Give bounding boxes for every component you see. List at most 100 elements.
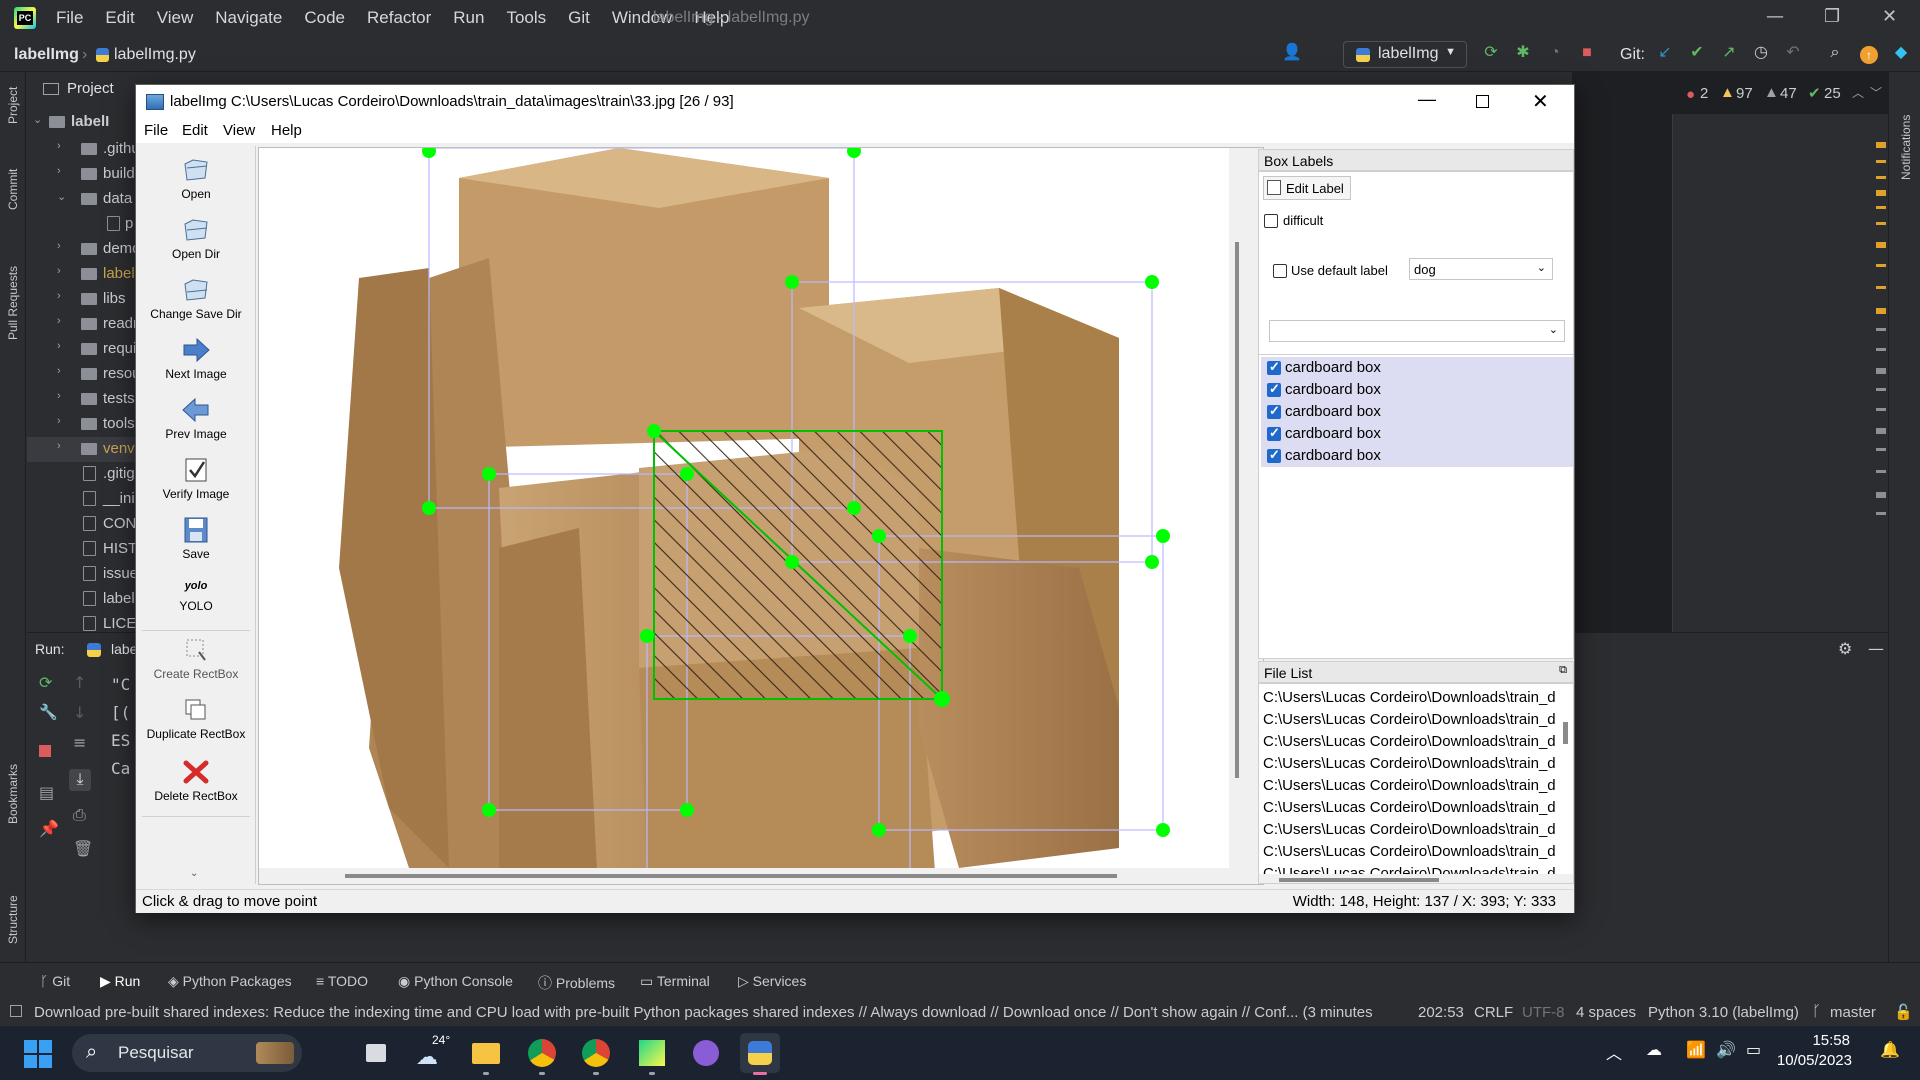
windows-start-icon[interactable] (24, 1040, 52, 1068)
error-stripe-mark[interactable] (1876, 348, 1886, 351)
file-list-item[interactable]: C:\Users\Lucas Cordeiro\Downloads\train_… (1263, 777, 1559, 799)
chevron-right-icon[interactable]: › (57, 265, 61, 277)
selected-vertex-handle[interactable] (647, 424, 661, 438)
wifi-icon[interactable]: 📶 (1686, 1040, 1706, 1059)
file-list-item[interactable]: C:\Users\Lucas Cordeiro\Downloads\train_… (1263, 711, 1559, 733)
error-stripe-mark[interactable] (1876, 512, 1886, 515)
run-console-area[interactable]: ⚙ — (1572, 632, 1888, 962)
edit-label-button[interactable]: Edit Label (1263, 176, 1351, 200)
error-stripe-mark[interactable] (1876, 448, 1886, 451)
wrench-icon[interactable]: 🔧 (39, 703, 58, 721)
label-list-item[interactable]: cardboard box (1261, 379, 1573, 401)
tool-create-rectbox-button[interactable]: Create RectBox (136, 636, 256, 681)
vertex-handle[interactable] (640, 629, 654, 643)
print-icon[interactable]: ⎙ (73, 805, 86, 825)
git-update-icon[interactable]: ↙ (1656, 44, 1674, 62)
tool-save-button[interactable]: Save (136, 516, 256, 561)
search-icon[interactable]: ⌕ (1826, 44, 1844, 62)
error-stripe-mark[interactable] (1876, 328, 1886, 331)
ide-menu-refactor[interactable]: Refactor (367, 8, 431, 28)
breadcrumb-file[interactable]: labelImg.py (114, 46, 196, 64)
profile-icon[interactable]: ◔ (1546, 44, 1564, 62)
tree-item[interactable]: › readm (27, 312, 137, 337)
run-tab[interactable]: labe (111, 641, 137, 657)
vertex-handle[interactable] (785, 555, 799, 569)
stripe-bookmarks[interactable]: Bookmarks (6, 764, 20, 824)
tree-item[interactable]: › label (27, 262, 137, 287)
close-icon[interactable]: ✕ (1882, 6, 1897, 27)
tool-open-button[interactable]: Open (136, 156, 256, 201)
taskbar-task-view[interactable] (356, 1033, 396, 1073)
label-list-item[interactable]: cardboard box (1261, 401, 1573, 423)
ide-menu-file[interactable]: File (56, 8, 83, 28)
error-stripe-mark[interactable] (1876, 190, 1886, 196)
tree-item[interactable]: › venv (27, 437, 137, 462)
breadcrumb-project[interactable]: labelImg (14, 46, 79, 64)
vertical-scrollbar-thumb[interactable] (1235, 242, 1239, 778)
taskbar-chrome-2[interactable] (576, 1033, 616, 1075)
battery-icon[interactable]: ▭ (1746, 1040, 1761, 1059)
close-icon[interactable]: ✕ (1532, 89, 1549, 114)
tool-duplicate-rectbox-button[interactable]: Duplicate RectBox (136, 696, 256, 741)
ide-menu-run[interactable]: Run (453, 8, 484, 28)
error-stripe-mark[interactable] (1876, 222, 1886, 225)
file-list-item[interactable]: C:\Users\Lucas Cordeiro\Downloads\train_… (1263, 843, 1559, 865)
chevron-right-icon[interactable]: › (57, 415, 61, 427)
taskbar-chrome-1[interactable] (522, 1033, 562, 1075)
chevron-right-icon[interactable]: › (57, 440, 61, 452)
label-visible-checkbox[interactable] (1267, 359, 1281, 375)
file-list-item[interactable]: C:\Users\Lucas Cordeiro\Downloads\train_… (1263, 689, 1559, 711)
gear-icon[interactable]: ⚙ (1838, 639, 1852, 658)
tree-item[interactable]: › .githu (27, 137, 137, 162)
canvas-svg[interactable] (259, 148, 1264, 885)
chevron-down-icon[interactable]: ⌄ (33, 113, 42, 126)
tool-yolo-button[interactable]: yolo YOLO (136, 576, 256, 613)
vertex-handle[interactable] (1156, 823, 1170, 837)
tree-item[interactable]: › build (27, 162, 137, 187)
label-visible-checkbox[interactable] (1267, 381, 1281, 397)
tree-item[interactable]: › libs (27, 287, 137, 312)
undock-icon[interactable]: ⧉ (1559, 664, 1567, 677)
vertex-handle[interactable] (1156, 529, 1170, 543)
minimize-icon[interactable]: — (1418, 89, 1436, 110)
debug-bug-icon[interactable]: ✱ (1514, 44, 1532, 62)
bottom-tab-git[interactable]: ᚴ Git (40, 973, 70, 989)
vertex-handle[interactable] (680, 467, 694, 481)
stripe-pull-requests[interactable]: Pull Requests (6, 266, 20, 340)
horizontal-scrollbar-thumb[interactable] (345, 874, 1117, 878)
ide-menu-edit[interactable]: Edit (105, 8, 134, 28)
vertex-handle[interactable] (482, 803, 496, 817)
tree-item[interactable]: CON (27, 512, 137, 537)
taskbar-python[interactable] (740, 1033, 780, 1075)
chevron-down-icon[interactable]: ⌄ (57, 190, 66, 203)
error-stripe-mark[interactable] (1876, 160, 1886, 163)
tool-verify-image-button[interactable]: Verify Image (136, 456, 256, 501)
tree-item[interactable]: .gitig (27, 462, 137, 487)
stop-icon[interactable]: ■ (1578, 44, 1596, 62)
vertex-handle[interactable] (872, 823, 886, 837)
maximize-icon[interactable] (1476, 95, 1489, 108)
lock-icon[interactable]: 🔓 (1894, 1003, 1913, 1021)
stripe-notifications[interactable]: Notifications (1899, 115, 1913, 180)
volume-icon[interactable]: 🔊 (1716, 1040, 1736, 1059)
run-config-select[interactable]: labelImg ▼ (1343, 41, 1467, 68)
label-visible-checkbox[interactable] (1267, 425, 1281, 441)
chevron-right-icon[interactable]: › (57, 390, 61, 402)
file-list-hscrollbar-thumb[interactable] (1279, 878, 1439, 882)
file-list-item[interactable]: C:\Users\Lucas Cordeiro\Downloads\train_… (1263, 799, 1559, 821)
tree-item[interactable]: HIST (27, 537, 137, 562)
tree-item[interactable]: p (27, 212, 137, 237)
tree-item[interactable]: › resou (27, 362, 137, 387)
status-indent[interactable]: 4 spaces (1576, 1004, 1636, 1021)
pin-icon[interactable]: 📌 (39, 819, 59, 838)
toolbar-expand-icon[interactable]: ⌄ (190, 868, 198, 879)
error-stripe-mark[interactable] (1876, 308, 1886, 314)
git-commit-icon[interactable]: ✔ (1688, 44, 1706, 62)
tool-change-save-dir-button[interactable]: Change Save Dir (136, 276, 256, 321)
vertex-handle[interactable] (872, 529, 886, 543)
down-arrow-icon[interactable]: ↓ (73, 703, 86, 722)
tree-item[interactable]: issue (27, 562, 137, 587)
vertex-handle[interactable] (785, 275, 799, 289)
chevron-up-icon[interactable]: ︿ (1852, 84, 1864, 101)
ide-menu-navigate[interactable]: Navigate (215, 8, 282, 28)
